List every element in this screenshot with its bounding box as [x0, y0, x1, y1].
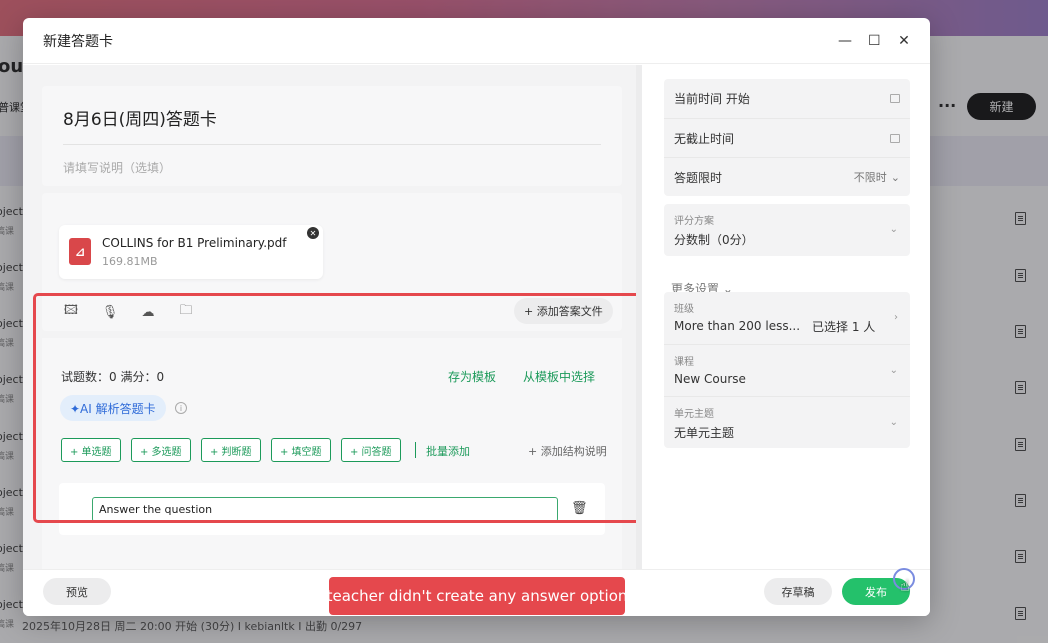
selected-count: 已选择 1 人 — [812, 320, 876, 334]
pdf-file-icon: ⊿ — [69, 238, 91, 265]
description-input[interactable]: 请填写说明（选填） — [63, 159, 171, 176]
save-draft-button[interactable]: 存草稿 — [764, 578, 832, 605]
chevron-down-icon: ⌄ — [890, 170, 900, 184]
title-card: 8月6日(周四)答题卡 请填写说明（选填） — [42, 86, 622, 186]
start-time-field[interactable]: 当前时间 开始 — [664, 79, 910, 118]
preview-button[interactable]: 预览 — [43, 578, 111, 605]
minimize-icon[interactable]: — — [838, 33, 852, 49]
scoring-label: 评分方案 — [674, 216, 714, 227]
calendar-icon — [890, 94, 900, 103]
chevron-down-icon: ⌄ — [889, 365, 898, 376]
class-field[interactable]: 班级 More than 200 less... 已选择 1 人 › — [664, 292, 910, 344]
file-name: COLLINS for B1 Preliminary.pdf — [102, 236, 287, 250]
end-time-field[interactable]: 无截止时间 — [664, 118, 910, 157]
chevron-right-icon: › — [894, 312, 898, 323]
attached-file[interactable]: ⊿ COLLINS for B1 Preliminary.pdf 169.81M… — [59, 225, 323, 279]
exam-title-input[interactable]: 8月6日(周四)答题卡 — [63, 105, 217, 130]
annotation-highlight-box — [33, 293, 643, 523]
start-time-value: 当前时间 开始 — [674, 92, 750, 106]
scoring-value: 分数制（0分） — [674, 233, 754, 247]
unit-label: 单元主题 — [674, 409, 714, 420]
new-answer-card-dialog: 新建答题卡 — ☐ ✕ 8月6日(周四)答题卡 请填写说明（选填） ⊿ COLL… — [23, 18, 930, 616]
scoring-field[interactable]: 评分方案 分数制（0分） ⌄ — [664, 204, 910, 256]
course-value: New Course — [674, 372, 746, 386]
file-size: 169.81MB — [102, 255, 158, 268]
time-limit-value: 不限时 — [853, 171, 887, 184]
course-field[interactable]: 课程 New Course ⌄ — [664, 344, 910, 396]
time-limit-field[interactable]: 答题限时 不限时 ⌄ — [664, 157, 910, 196]
time-settings-group: 当前时间 开始 无截止时间 答题限时 不限时 ⌄ — [664, 79, 910, 196]
scoring-group[interactable]: 评分方案 分数制（0分） ⌄ — [664, 204, 910, 256]
course-label: 课程 — [674, 357, 694, 368]
chevron-down-icon: ⌄ — [889, 224, 898, 235]
close-icon[interactable]: ✕ — [898, 33, 910, 49]
time-limit-label: 答题限时 — [674, 170, 723, 185]
hand-cursor-icon: ☝ — [900, 576, 910, 595]
unit-value: 无单元主题 — [674, 426, 735, 440]
unit-field[interactable]: 单元主题 无单元主题 ⌄ — [664, 396, 910, 448]
calendar-icon — [890, 133, 900, 143]
settings-panel: 当前时间 开始 无截止时间 答题限时 不限时 ⌄ 评分方案 分数制（0分） ⌄ 更… — [642, 65, 930, 569]
maximize-icon[interactable]: ☐ — [868, 33, 881, 49]
dialog-header: 新建答题卡 — ☐ ✕ — [23, 18, 930, 64]
end-time-value: 无截止时间 — [674, 131, 735, 146]
title-divider — [63, 144, 601, 145]
dialog-title: 新建答题卡 — [43, 33, 113, 50]
chevron-down-icon: ⌄ — [889, 417, 898, 428]
annotation-callout: teacher didn't create any answer option — [327, 577, 627, 615]
remove-file-icon[interactable]: ✕ — [307, 227, 319, 239]
class-course-group: 班级 More than 200 less... 已选择 1 人 › 课程 Ne… — [664, 292, 910, 448]
class-label: 班级 — [674, 304, 694, 315]
window-controls: — ☐ ✕ — [838, 33, 910, 49]
